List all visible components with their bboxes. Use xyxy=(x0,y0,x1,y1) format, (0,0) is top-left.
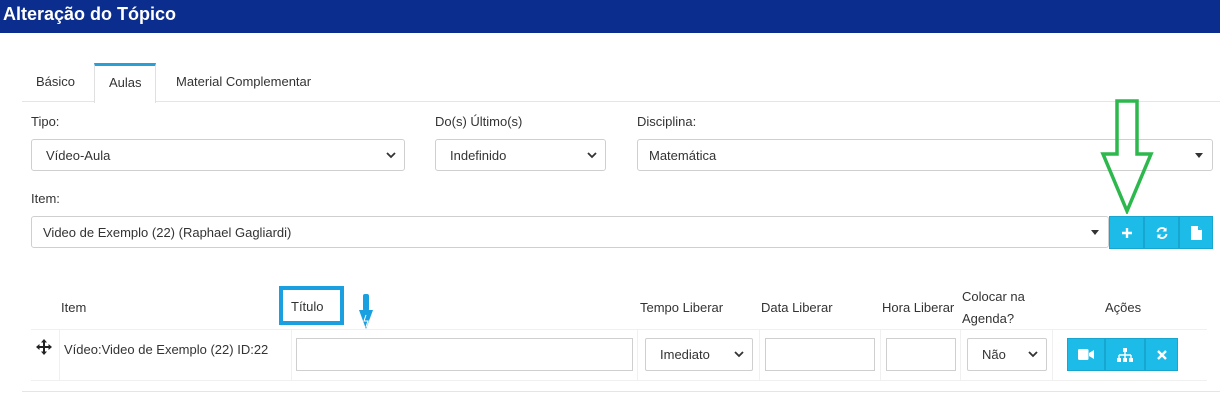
annotation-arrow-icon xyxy=(1100,99,1154,214)
file-icon xyxy=(1190,225,1202,240)
sitemap-button[interactable] xyxy=(1105,338,1145,371)
column-header-tempo-liberar: Tempo Liberar xyxy=(640,300,724,315)
hora-liberar-input[interactable] xyxy=(886,338,956,371)
refresh-items-button[interactable] xyxy=(1144,216,1179,249)
column-header-colocar-agenda: Colocar na xyxy=(962,289,1025,304)
row-item-text: Vídeo:Video de Exemplo (22) ID:22 xyxy=(64,342,269,357)
chevron-down-icon xyxy=(587,152,597,159)
sitemap-icon xyxy=(1117,347,1133,362)
titulo-input[interactable] xyxy=(296,338,633,371)
column-header-hora-liberar: Hora Liberar xyxy=(882,300,955,315)
item-value: Video de Exemplo (22) (Raphael Gagliardi… xyxy=(43,225,292,240)
column-header-titulo: Título xyxy=(291,299,324,314)
chevron-down-icon xyxy=(1028,351,1038,358)
tab-aulas[interactable]: Aulas xyxy=(94,63,156,103)
column-header-colocar-agenda-line2: Agenda? xyxy=(962,311,1015,326)
tab-label: Material Complementar xyxy=(176,74,312,89)
page-header: Alteração do Tópico xyxy=(0,0,1220,33)
disciplina-value: Matemática xyxy=(649,148,717,163)
video-button[interactable] xyxy=(1067,338,1105,371)
ultimos-label: Do(s) Último(s) xyxy=(435,114,523,129)
new-item-button[interactable] xyxy=(1179,216,1213,249)
tipo-value: Vídeo-Aula xyxy=(46,148,111,163)
tab-label: Aulas xyxy=(109,75,142,90)
item-label: Item: xyxy=(31,191,60,206)
move-icon[interactable] xyxy=(36,339,52,355)
plus-icon xyxy=(1121,227,1132,238)
annotation-arrow-down-icon xyxy=(359,294,373,329)
column-header-data-liberar: Data Liberar xyxy=(761,300,833,315)
tab-basico[interactable]: Básico xyxy=(22,63,94,102)
page-title: Alteração do Tópico xyxy=(3,4,177,24)
tempo-liberar-value: Imediato xyxy=(660,347,710,362)
refresh-icon xyxy=(1156,226,1167,239)
tempo-liberar-select[interactable]: Imediato xyxy=(645,338,753,371)
video-icon xyxy=(1078,349,1094,360)
caret-down-icon xyxy=(1195,153,1203,158)
column-header-acoes: Ações xyxy=(1105,300,1142,315)
ultimos-value: Indefinido xyxy=(450,148,507,163)
tipo-select[interactable]: Vídeo-Aula xyxy=(31,139,405,171)
tab-label: Básico xyxy=(36,74,76,89)
chevron-down-icon xyxy=(386,152,396,159)
chevron-down-icon xyxy=(734,351,744,358)
colocar-agenda-select[interactable]: Não xyxy=(967,338,1047,371)
delete-button[interactable] xyxy=(1145,338,1178,371)
divider xyxy=(22,391,1220,392)
disciplina-label: Disciplina: xyxy=(637,114,697,129)
column-header-item: Item xyxy=(61,300,87,315)
add-item-button[interactable] xyxy=(1109,216,1144,249)
times-icon xyxy=(1156,349,1167,360)
item-select[interactable]: Video de Exemplo (22) (Raphael Gagliardi… xyxy=(31,216,1109,248)
tab-material-complementar[interactable]: Material Complementar xyxy=(176,63,346,102)
data-liberar-input[interactable] xyxy=(765,338,875,371)
tipo-label: Tipo: xyxy=(31,114,60,129)
caret-down-icon xyxy=(1091,230,1099,235)
colocar-agenda-value: Não xyxy=(982,347,1006,362)
ultimos-select[interactable]: Indefinido xyxy=(435,139,606,171)
tab-bar: Básico Aulas Material Complementar xyxy=(22,63,1220,103)
